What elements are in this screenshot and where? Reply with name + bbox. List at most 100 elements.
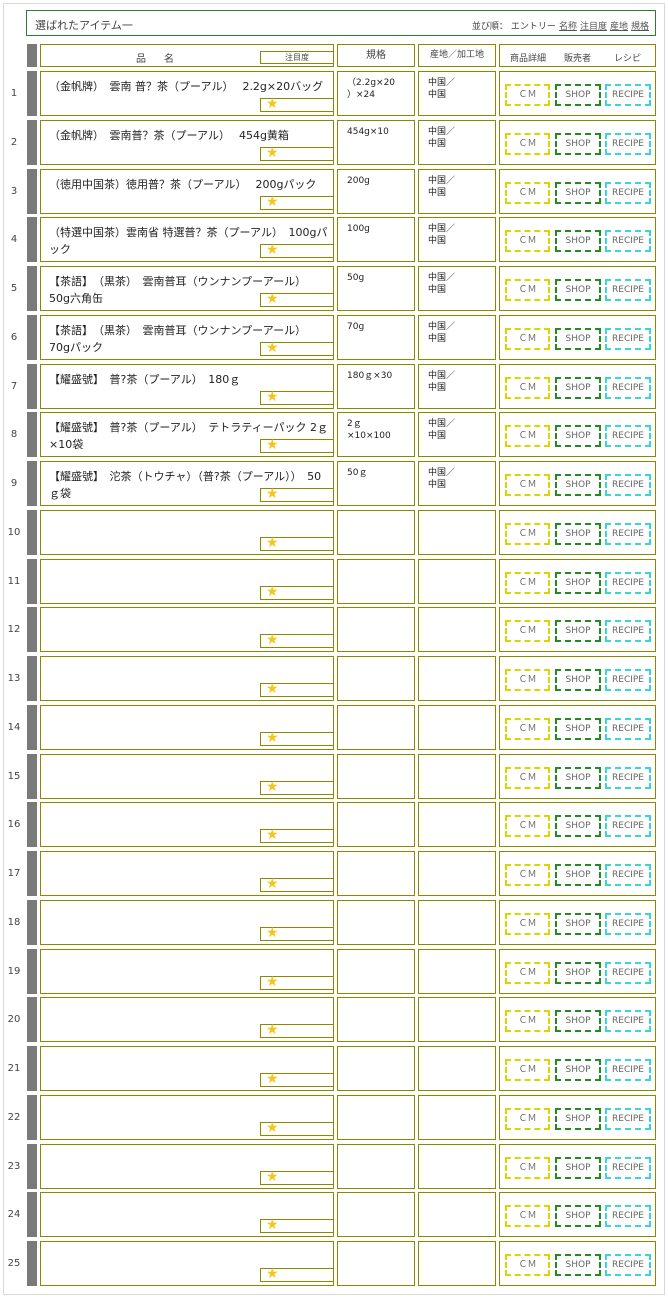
item-name[interactable]: （金帆牌） 雲南 普？茶（プーアル） 2.2g×20バッグ [49, 78, 331, 95]
shop-button[interactable]: SHOP [555, 1010, 601, 1032]
attention-rating[interactable]: ★ [260, 145, 334, 161]
recipe-button[interactable]: RECIPE [605, 133, 651, 155]
recipe-button[interactable]: RECIPE [605, 669, 651, 691]
sort-entry[interactable]: エントリー [511, 19, 556, 32]
shop-button[interactable]: SHOP [555, 1254, 601, 1276]
recipe-button[interactable]: RECIPE [605, 230, 651, 252]
recipe-button[interactable]: RECIPE [605, 182, 651, 204]
sort-by-attention-link[interactable]: 注目度 [580, 19, 607, 32]
attention-rating[interactable]: ★ [260, 291, 334, 307]
shop-button[interactable]: SHOP [555, 913, 601, 935]
cm-button[interactable]: ＣＭ [505, 474, 550, 496]
cm-button[interactable]: ＣＭ [505, 864, 550, 886]
cm-button[interactable]: ＣＭ [505, 962, 550, 984]
shop-button[interactable]: SHOP [555, 962, 601, 984]
cm-button[interactable]: ＣＭ [505, 718, 550, 740]
cm-button[interactable]: ＣＭ [505, 913, 550, 935]
attention-rating[interactable]: ★ [260, 876, 334, 892]
recipe-button[interactable]: RECIPE [605, 1059, 651, 1081]
attention-rating[interactable]: ★ [260, 632, 334, 648]
item-name[interactable]: （金帆牌） 雲南普？茶（プーアル） 454g黄箱 [49, 127, 331, 144]
shop-button[interactable]: SHOP [555, 767, 601, 789]
recipe-button[interactable]: RECIPE [605, 1254, 651, 1276]
cm-button[interactable]: ＣＭ [505, 1059, 550, 1081]
shop-button[interactable]: SHOP [555, 182, 601, 204]
attention-rating[interactable]: ★ [260, 96, 334, 112]
shop-button[interactable]: SHOP [555, 279, 601, 301]
attention-rating[interactable]: ★ [260, 779, 334, 795]
cm-button[interactable]: ＣＭ [505, 572, 550, 594]
cm-button[interactable]: ＣＭ [505, 523, 550, 545]
attention-rating[interactable]: ★ [260, 1169, 334, 1185]
shop-button[interactable]: SHOP [555, 718, 601, 740]
shop-button[interactable]: SHOP [555, 230, 601, 252]
recipe-button[interactable]: RECIPE [605, 523, 651, 545]
shop-button[interactable]: SHOP [555, 864, 601, 886]
recipe-button[interactable]: RECIPE [605, 718, 651, 740]
shop-button[interactable]: SHOP [555, 425, 601, 447]
cm-button[interactable]: ＣＭ [505, 620, 550, 642]
attention-rating[interactable]: ★ [260, 1217, 334, 1233]
shop-button[interactable]: SHOP [555, 1108, 601, 1130]
sort-by-origin-link[interactable]: 産地 [610, 19, 628, 32]
recipe-button[interactable]: RECIPE [605, 1010, 651, 1032]
shop-button[interactable]: SHOP [555, 1059, 601, 1081]
shop-button[interactable]: SHOP [555, 572, 601, 594]
attention-rating[interactable]: ★ [260, 730, 334, 746]
cm-button[interactable]: ＣＭ [505, 279, 550, 301]
recipe-button[interactable]: RECIPE [605, 767, 651, 789]
sort-by-spec-link[interactable]: 規格 [631, 19, 649, 32]
attention-rating[interactable]: ★ [260, 340, 334, 356]
recipe-button[interactable]: RECIPE [605, 425, 651, 447]
shop-button[interactable]: SHOP [555, 620, 601, 642]
recipe-button[interactable]: RECIPE [605, 279, 651, 301]
shop-button[interactable]: SHOP [555, 474, 601, 496]
recipe-button[interactable]: RECIPE [605, 620, 651, 642]
recipe-button[interactable]: RECIPE [605, 84, 651, 106]
cm-button[interactable]: ＣＭ [505, 767, 550, 789]
shop-button[interactable]: SHOP [555, 377, 601, 399]
cm-button[interactable]: ＣＭ [505, 1254, 550, 1276]
shop-button[interactable]: SHOP [555, 815, 601, 837]
recipe-button[interactable]: RECIPE [605, 328, 651, 350]
shop-button[interactable]: SHOP [555, 523, 601, 545]
shop-button[interactable]: SHOP [555, 133, 601, 155]
cm-button[interactable]: ＣＭ [505, 669, 550, 691]
shop-button[interactable]: SHOP [555, 1205, 601, 1227]
attention-rating[interactable]: ★ [260, 827, 334, 843]
recipe-button[interactable]: RECIPE [605, 864, 651, 886]
recipe-button[interactable]: RECIPE [605, 572, 651, 594]
shop-button[interactable]: SHOP [555, 1157, 601, 1179]
cm-button[interactable]: ＣＭ [505, 230, 550, 252]
recipe-button[interactable]: RECIPE [605, 962, 651, 984]
cm-button[interactable]: ＣＭ [505, 425, 550, 447]
recipe-button[interactable]: RECIPE [605, 1205, 651, 1227]
cm-button[interactable]: ＣＭ [505, 328, 550, 350]
attention-rating[interactable]: ★ [260, 584, 334, 600]
attention-rating[interactable]: ★ [260, 1266, 334, 1282]
recipe-button[interactable]: RECIPE [605, 815, 651, 837]
cm-button[interactable]: ＣＭ [505, 377, 550, 399]
attention-rating[interactable]: ★ [260, 925, 334, 941]
recipe-button[interactable]: RECIPE [605, 1108, 651, 1130]
shop-button[interactable]: SHOP [555, 669, 601, 691]
cm-button[interactable]: ＣＭ [505, 1108, 550, 1130]
attention-rating[interactable]: ★ [260, 1120, 334, 1136]
recipe-button[interactable]: RECIPE [605, 474, 651, 496]
sort-by-name-link[interactable]: 名称 [559, 19, 577, 32]
attention-rating[interactable]: ★ [260, 437, 334, 453]
cm-button[interactable]: ＣＭ [505, 1010, 550, 1032]
recipe-button[interactable]: RECIPE [605, 913, 651, 935]
attention-rating[interactable]: ★ [260, 242, 334, 258]
cm-button[interactable]: ＣＭ [505, 815, 550, 837]
attention-rating[interactable]: ★ [260, 486, 334, 502]
recipe-button[interactable]: RECIPE [605, 377, 651, 399]
recipe-button[interactable]: RECIPE [605, 1157, 651, 1179]
attention-rating[interactable]: ★ [260, 389, 334, 405]
shop-button[interactable]: SHOP [555, 328, 601, 350]
item-name[interactable]: 【耀盛號】 普?茶（プーアル） 180ｇ [49, 371, 331, 388]
attention-rating[interactable]: ★ [260, 535, 334, 551]
cm-button[interactable]: ＣＭ [505, 1205, 550, 1227]
cm-button[interactable]: ＣＭ [505, 182, 550, 204]
item-name[interactable]: （徳用中国茶）徳用普？茶（プーアル） 200gパック [49, 176, 331, 193]
